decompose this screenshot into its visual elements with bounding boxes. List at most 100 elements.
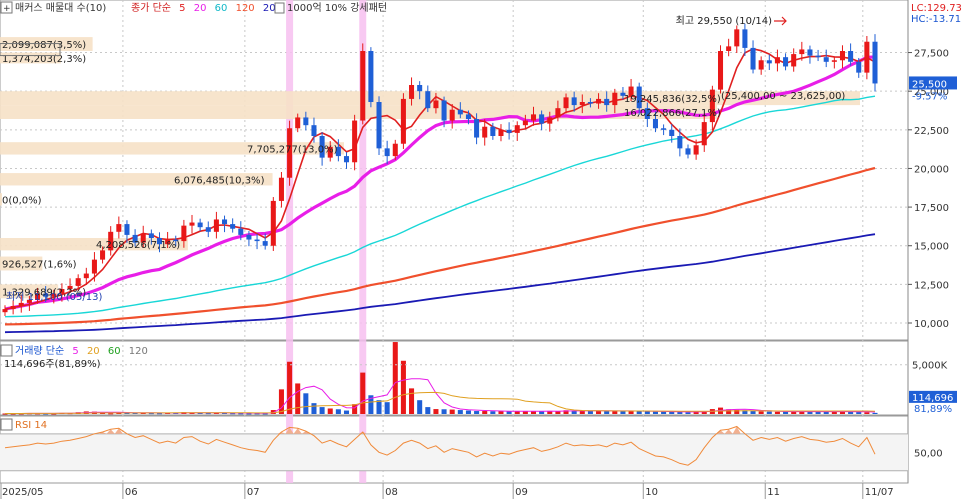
candle-body [774,57,780,64]
candle-body [75,278,81,286]
candle-body [669,129,675,136]
volume-bar [409,388,415,414]
volume-bar [506,411,512,414]
volume-profile-label: 19,245,836(32,5%) [624,94,721,105]
ma20-label: 20 [194,3,207,14]
volume-last-label: 114,696 [912,393,953,404]
volume-bar [433,409,439,414]
candle-body [701,122,707,146]
volume-bar [327,408,333,414]
candle-body [791,54,797,67]
volume-bar [490,411,496,414]
candle-body [596,98,602,104]
candle-body [856,61,862,73]
volume-profile-label: 6,076,485(10,3%) [174,175,265,186]
volume-bar [441,409,447,414]
candle-body [441,100,447,121]
candle-body [498,129,504,136]
candle-body [726,46,732,51]
volume-bar [848,411,854,414]
volume-bar [278,389,284,414]
candle-body [238,228,244,235]
candle-body [148,233,154,238]
hc-value: HC:-13.71 [911,14,961,25]
candle-body [360,51,366,121]
candle-body [400,98,406,144]
volume-bar [384,402,390,414]
candle-body [839,51,845,61]
candle-body [433,100,439,109]
volume-bar [311,403,317,414]
last-change-label: -9.57% [912,91,947,102]
volume-bar [449,409,455,414]
legend-box-plus: + [3,4,11,14]
candle-body [758,60,764,70]
candle-body [815,55,821,58]
candle-body [311,125,317,136]
volume-profile-label: 0(0,0%) [2,195,42,206]
candle-body [457,109,463,115]
price-panel[interactable] [0,0,909,341]
volume-bar [303,393,309,414]
x-tick-label: 07 [247,487,260,498]
candle-body [604,98,610,106]
candle-body [83,273,89,279]
volume-profile-label: 926,527(1,6%) [2,260,77,271]
candle-body [392,143,398,157]
candle-body [376,102,382,149]
candle-body [384,148,390,157]
candle-body [465,114,471,119]
volume-bar [750,411,756,414]
candle-body [197,222,203,228]
candle-body [205,227,211,232]
volume-bar [335,409,341,414]
candle-body [2,309,8,313]
volume-bar [774,411,780,414]
candle-body [352,120,358,163]
vol-ma60-label: 60 [108,346,121,357]
volume-bar [319,407,325,414]
candle-body [343,156,350,163]
volume-profile-label: 2,099,087(3,5%) [2,40,86,51]
candle-body [222,219,228,225]
candle-body [612,92,618,106]
candle-body [262,241,268,246]
candle-body [677,136,683,149]
candle-body [124,224,130,235]
candle-body [490,126,496,136]
last-price-label: 25,500 [912,79,947,90]
vol-ma20-label: 20 [87,346,100,357]
volume-bar [376,400,382,414]
rsi-legend-box[interactable] [0,418,13,431]
vol-ma5-label: 5 [72,346,78,357]
candle-body [579,102,585,106]
candle-body [425,91,431,109]
candle-body [766,60,772,64]
chart-svg[interactable]: 27,50025,00022,50020,00017,50015,00012,5… [0,0,966,499]
candle-body [18,302,24,306]
candle-body [449,109,455,121]
volume-bar [343,410,350,414]
candle-body [831,60,837,62]
volume-bar [108,413,114,415]
volume-legend-box[interactable] [0,344,13,357]
volume-bar [400,360,406,414]
volume-bar [864,412,870,414]
candle-body [799,49,805,55]
candle-body [417,85,423,92]
candle-body [189,222,195,226]
volume-last-pct: 81,89% [914,404,952,415]
volume-profile-label: 4,208,526(7,1%) [96,240,180,251]
candle-body [563,97,569,109]
candle-body [514,125,520,133]
price-tick-label: 12,500 [914,280,949,291]
candle-body [100,250,106,260]
pattern-swatch [274,2,285,14]
candle-body [230,224,236,229]
volume-bar [352,404,358,414]
stock-chart-window: 27,500 25,000 22,500 20,000 17,500 15,000 12,5… [0,0,966,499]
volume-profile-label: 16,022,866(27,1%) [624,108,721,119]
price-tick-label: 27,500 [914,49,949,60]
volume-title: 거래량 단순 [15,345,64,357]
volume-bar [579,411,585,414]
